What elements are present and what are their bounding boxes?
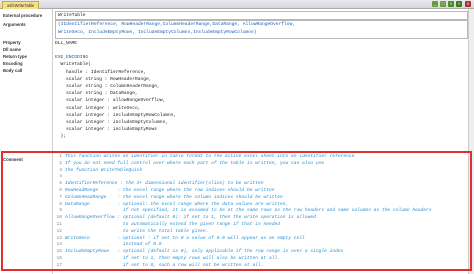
comment-line: 3 the function WriteTableQuick <box>55 168 466 175</box>
arguments-field[interactable]: (IIdentifierReference, RowHeaderRange,Co… <box>55 20 468 39</box>
body-code-line: scalar integer : allowRangeOverflow, <box>55 98 166 104</box>
body-code-line: EXE_ENCODING <box>55 55 89 61</box>
label-comment: Comment <box>3 157 23 162</box>
previous-icon[interactable]: « <box>448 1 454 7</box>
body-code-line: scalar string : RowHeaderRange, <box>55 76 152 82</box>
body-code-line: ); <box>55 134 67 140</box>
maximize-icon[interactable]: □ <box>440 1 446 7</box>
body-code-line: scalar integer : writeSeco, <box>55 105 141 111</box>
label-return-type: Return type <box>3 54 27 59</box>
label-dll-name: Dll name <box>3 47 21 52</box>
body-code-line: WriteTable( <box>55 62 91 68</box>
body-code-line: scalar integer : includeEmptyRowColumns, <box>55 112 177 118</box>
comment-text: if set to 0, such a row will not be writ… <box>65 262 264 268</box>
body-code-line: scalar integer : includeEmptyRows <box>55 127 157 133</box>
line-number: 11 <box>56 221 62 227</box>
line-number: 16 <box>56 255 62 261</box>
label-property: Property <box>3 40 21 45</box>
label-arguments: Arguments <box>3 22 26 27</box>
arguments-line-1: (IIdentifierReference, RowHeaderRange,Co… <box>58 22 296 27</box>
comment-text: This function writes an identifier in ta… <box>65 154 355 159</box>
comment-text: ColumnHeadRange : the excel range where … <box>65 194 283 200</box>
line-number: 2 <box>59 160 62 166</box>
comment-line: 12 to write the total table given. <box>55 229 466 236</box>
line-number: 1 <box>59 154 62 159</box>
line-number: 6 <box>59 187 62 193</box>
comment-line: 6 RowHeadRange : the excel range where th… <box>55 188 466 195</box>
comment-line: 2 If you do not need full control over wh… <box>55 161 466 168</box>
body-code-line: handle : IdentifierReference, <box>55 69 146 75</box>
label-external-procedure: External procedure <box>3 13 43 18</box>
line-number: 5 <box>59 181 62 187</box>
comment-text: to automatically extend the given range … <box>65 221 281 227</box>
comment-text: if set to 1, then empty rows will also b… <box>65 255 281 261</box>
comment-text: If you do not need full control over whe… <box>65 160 325 166</box>
comment-line: 10 AllowRangeOverflow : optional (default… <box>55 215 466 222</box>
comment-text: IncludeEmptyRows : optional (default is … <box>65 249 344 255</box>
comment-line: 11 to automatically extend the given ran… <box>55 222 466 229</box>
dll-name-value: DLL_NAME <box>55 41 78 46</box>
comment-line: 16 if set to 1, then empty rows will als… <box>55 256 466 263</box>
comment-line: 1 This function writes an identifier in t… <box>55 154 466 161</box>
title-bar: asfcWriteTable _ □ « » x <box>0 0 474 9</box>
body-code-line: scalar string : ColumnHeaderRange, <box>55 84 160 90</box>
comment-line: 15 IncludeEmptyRows : optional (default i… <box>55 249 466 256</box>
label-body-call: Body call <box>3 68 23 73</box>
body-code-line: scalar string : DataRange, <box>55 91 138 97</box>
next-icon[interactable]: » <box>456 1 462 7</box>
line-number: 12 <box>56 228 62 234</box>
minimize-icon[interactable]: _ <box>432 1 438 7</box>
comment-text: IdentifierReference : the 2+ dimensional… <box>65 181 264 187</box>
comment-text: to write the total table given. <box>65 228 209 234</box>
body-code-line: scalar integer : includeEmptyColumns, <box>55 120 169 126</box>
comment-editor[interactable]: 1 This function writes an identifier in t… <box>55 154 466 270</box>
line-number: 10 <box>56 215 62 221</box>
body-call-editor[interactable]: DLL_NAME EXE_ENCODING WriteTable( handle… <box>55 40 468 150</box>
arguments-line-2: WriteSeco, IncludeEmptyRows, IncludeEmpt… <box>58 30 257 35</box>
line-number: 7 <box>59 194 62 200</box>
comment-text: AllowRangeOverflow : optional (default 0… <box>65 215 316 221</box>
line-number: 17 <box>56 262 62 268</box>
close-icon[interactable]: x <box>465 1 471 7</box>
label-encoding: Encoding <box>3 61 23 66</box>
comment-line: 17 if set to 0, such a row will not be w… <box>55 263 466 270</box>
comment-line: 5 IdentifierReference : the 2+ dimensiona… <box>55 181 466 188</box>
comment-line: 7 ColumnHeadRange : the excel range where… <box>55 195 466 202</box>
line-number: 15 <box>56 249 62 255</box>
document-tab[interactable]: asfcWriteTable <box>2 1 40 9</box>
comment-text: the function WriteTableQuick <box>65 167 143 173</box>
procedure-name-field[interactable]: WriteTable <box>55 11 468 20</box>
comment-text: RowHeadRange : the excel range where the… <box>65 187 275 193</box>
